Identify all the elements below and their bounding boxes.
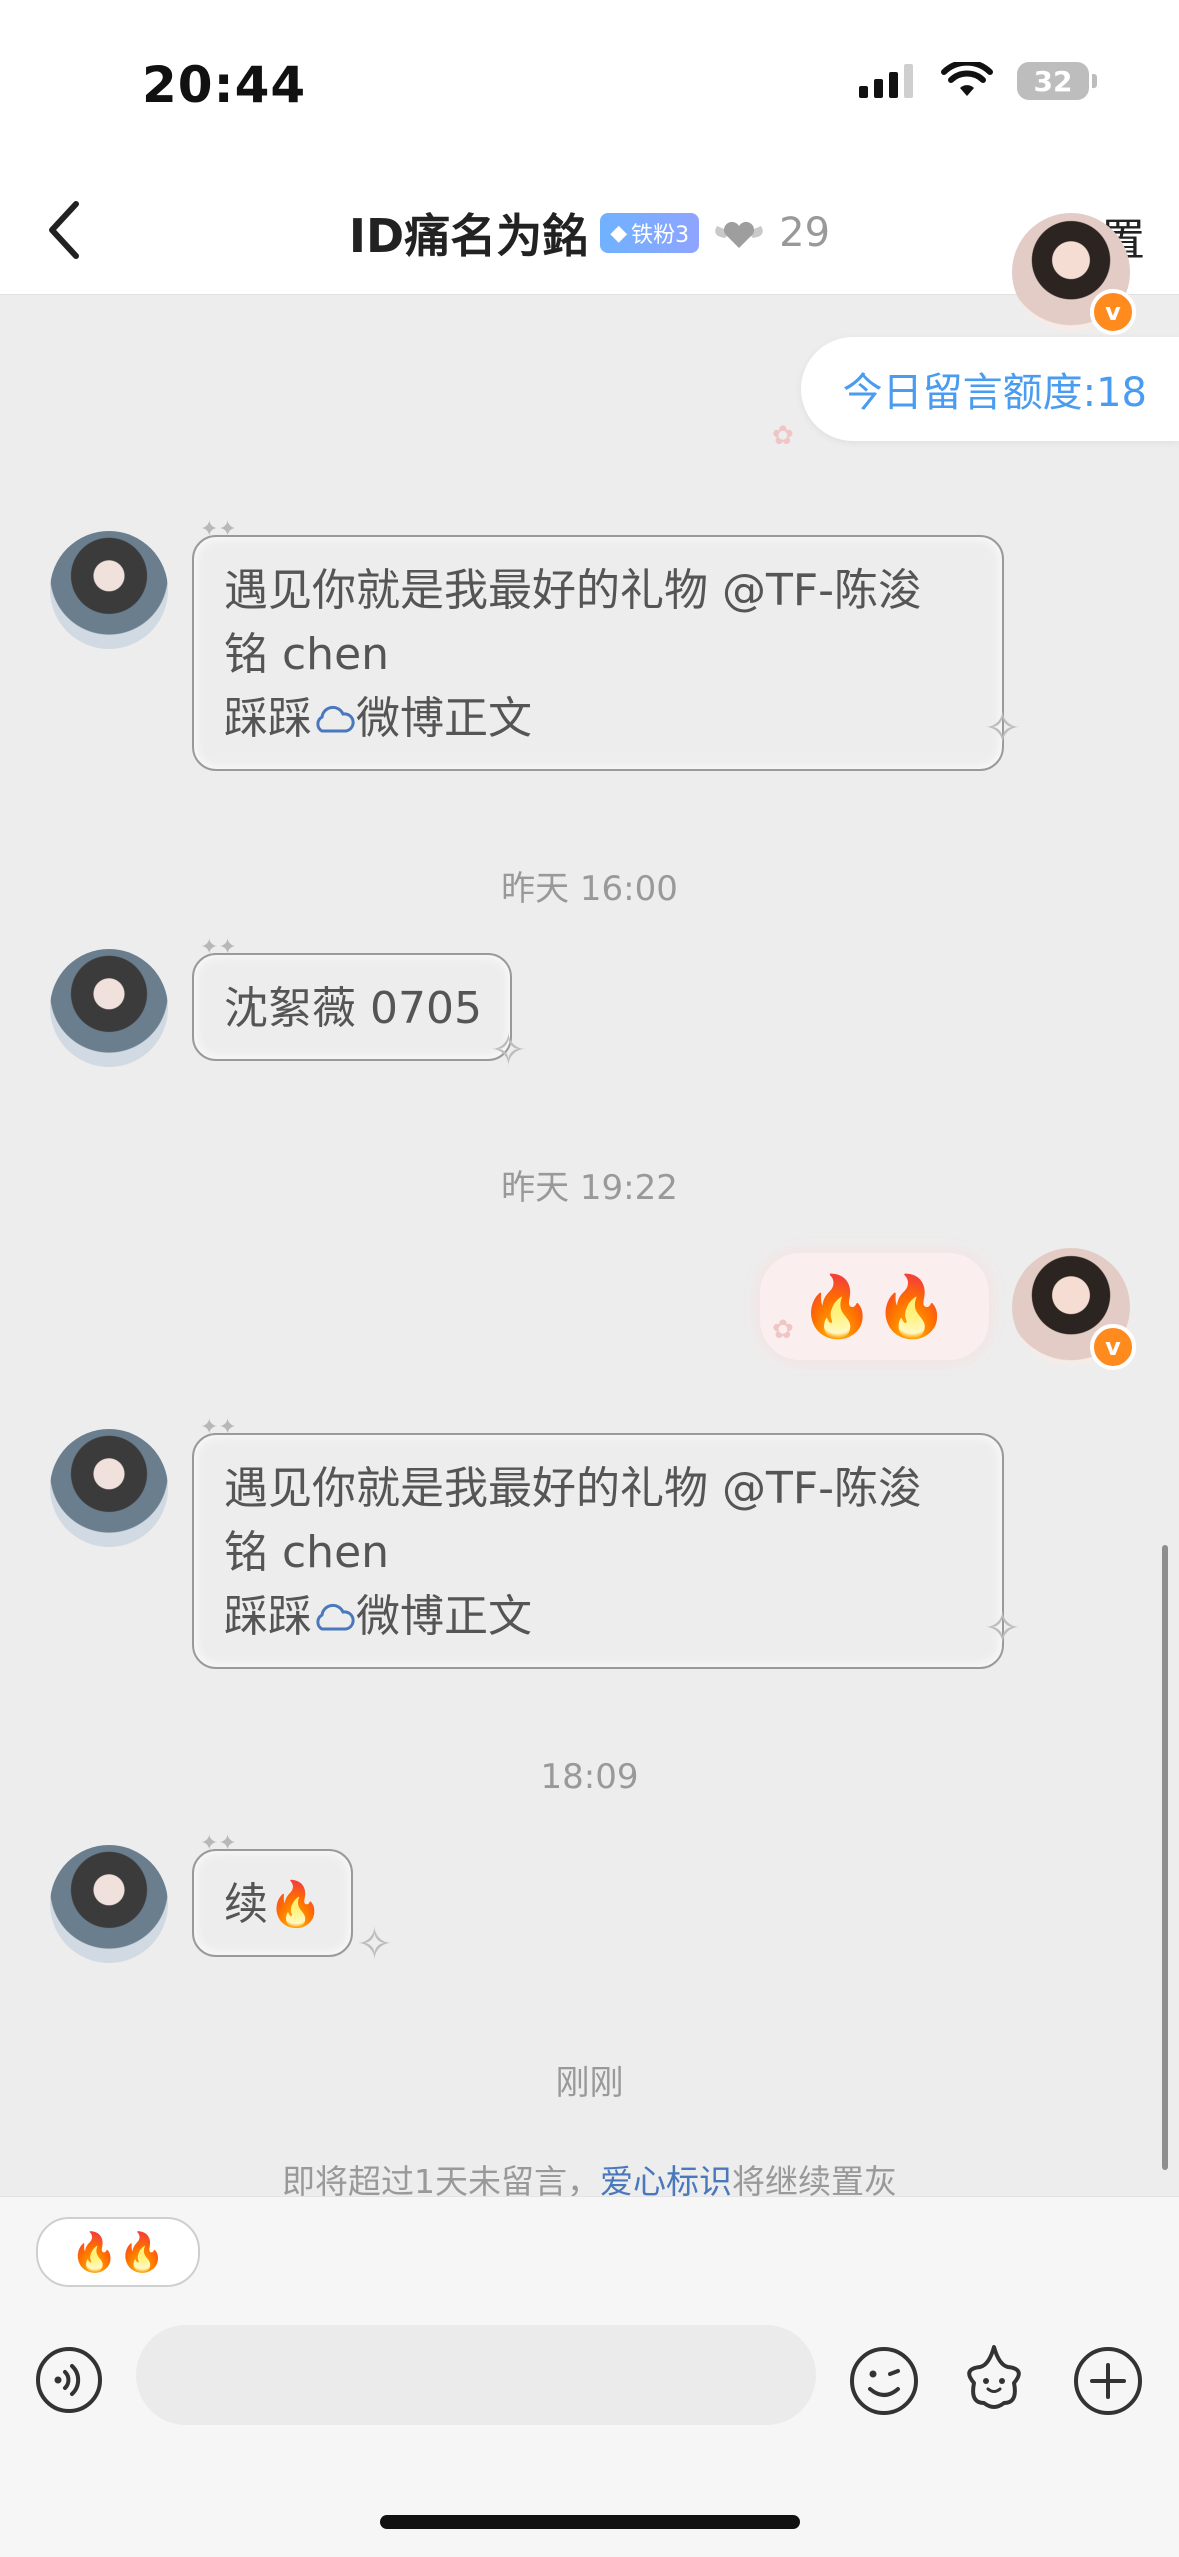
input-panel: 🔥🔥 <box>0 2196 1179 2557</box>
message-text: 踩踩 <box>224 1591 312 1642</box>
cloud-icon <box>316 705 355 733</box>
fan-badge-label: 铁粉3 <box>631 223 690 248</box>
emoji-icon[interactable] <box>848 2345 920 2417</box>
message-input[interactable] <box>136 2325 816 2425</box>
message-bubble[interactable]: 遇见你就是我最好的礼物 @TF-陈浚 铭 chen 踩踩 微博正文 <box>192 535 1004 771</box>
message-text-line: 踩踩 微博正文 <box>224 1585 974 1649</box>
sparkle-decoration: ✦✦ <box>200 935 237 960</box>
sparkle-decoration: ✦✦ <box>200 1831 237 1856</box>
nav-bar: ID痛名为銘 ◆ 铁粉3 29 设置 <box>0 170 1179 295</box>
quick-reply-chip[interactable]: 🔥🔥 <box>36 2217 200 2287</box>
sparkle-decoration: ✦✦ <box>200 1415 237 1440</box>
avatar-other[interactable] <box>50 531 168 649</box>
avatar-self[interactable]: v <box>1012 1248 1136 1370</box>
message-text-line: 踩踩 微博正文 <box>224 687 974 751</box>
message-text: 续🔥 <box>224 1879 323 1930</box>
mirror-decoration: ✧ <box>356 1919 393 1970</box>
page-title: ID痛名为銘 <box>348 209 589 263</box>
star-sticker-icon[interactable] <box>956 2341 1032 2417</box>
battery-indicator: 32 <box>1017 62 1097 100</box>
message-bubble[interactable]: 续🔥 <box>192 1849 353 1957</box>
signal-icon <box>859 64 913 98</box>
message-text: 铭 chen <box>224 1527 390 1578</box>
fan-count: 29 <box>779 210 831 256</box>
status-icons: 32 <box>859 62 1097 100</box>
verified-badge: v <box>1090 1324 1136 1370</box>
status-time: 20:44 <box>142 56 307 114</box>
input-row <box>0 2325 1179 2435</box>
status-bar: 20:44 32 <box>0 0 1179 170</box>
timestamp: 昨天 19:22 <box>501 1168 678 1208</box>
message-bubble-self[interactable]: 🔥🔥 <box>759 1253 989 1360</box>
weibo-post-link[interactable]: 微博正文 <box>356 1591 532 1642</box>
voice-icon[interactable] <box>34 2345 104 2415</box>
message-text: 遇见你就是我最好的礼物 @TF-陈浚 <box>224 565 923 616</box>
fan-level-badge: ◆ 铁粉3 <box>600 213 700 253</box>
scrollbar[interactable] <box>1162 1545 1168 2170</box>
message-text: 遇见你就是我最好的礼物 @TF-陈浚 <box>224 1463 923 1514</box>
avatar-other[interactable] <box>50 1429 168 1547</box>
nav-title-group: ID痛名为銘 ◆ 铁粉3 29 <box>0 200 1179 266</box>
cloud-icon <box>316 1603 355 1631</box>
avatar-other[interactable] <box>50 949 168 1067</box>
wifi-icon <box>941 62 993 96</box>
home-indicator[interactable] <box>380 2515 800 2529</box>
message-text: 踩踩 <box>224 693 312 744</box>
avatar-self-partial[interactable]: v <box>1012 213 1136 335</box>
plus-icon[interactable] <box>1072 2345 1144 2417</box>
message-text: 铭 chen <box>224 629 390 680</box>
verified-badge: v <box>1090 289 1136 335</box>
weibo-post-link[interactable]: 微博正文 <box>356 693 532 744</box>
diamond-icon: ◆ <box>610 220 628 246</box>
heart-wings-icon <box>715 221 763 248</box>
paw-decoration: ✿ <box>772 1315 794 1345</box>
timestamp: 18:09 <box>540 1757 639 1797</box>
message-text: 沈絮薇 0705 <box>224 983 482 1034</box>
message-bubble[interactable]: 遇见你就是我最好的礼物 @TF-陈浚 铭 chen 踩踩 微博正文 <box>192 1433 1004 1669</box>
timestamp: 刚刚 <box>555 2063 624 2103</box>
mirror-decoration: ✧ <box>984 1603 1021 1654</box>
mirror-decoration: ✧ <box>984 703 1021 754</box>
avatar-other[interactable] <box>50 1845 168 1963</box>
message-quota-label[interactable]: 今日留言额度:18 <box>800 337 1179 441</box>
mirror-decoration: ✧ <box>490 1025 527 1076</box>
message-bubble[interactable]: 沈絮薇 0705 <box>192 953 512 1061</box>
sparkle-decoration: ✦✦ <box>200 517 237 542</box>
paw-decoration: ✿ <box>772 421 794 451</box>
timestamp: 昨天 16:00 <box>501 869 678 909</box>
chat-area: v ✿ 遇见你就是我最好的礼物 @TF-陈浚 铭 chen 踩踩 微博正文 ✦✦ … <box>0 213 1179 2195</box>
message-text: 🔥🔥 <box>799 1272 949 1342</box>
